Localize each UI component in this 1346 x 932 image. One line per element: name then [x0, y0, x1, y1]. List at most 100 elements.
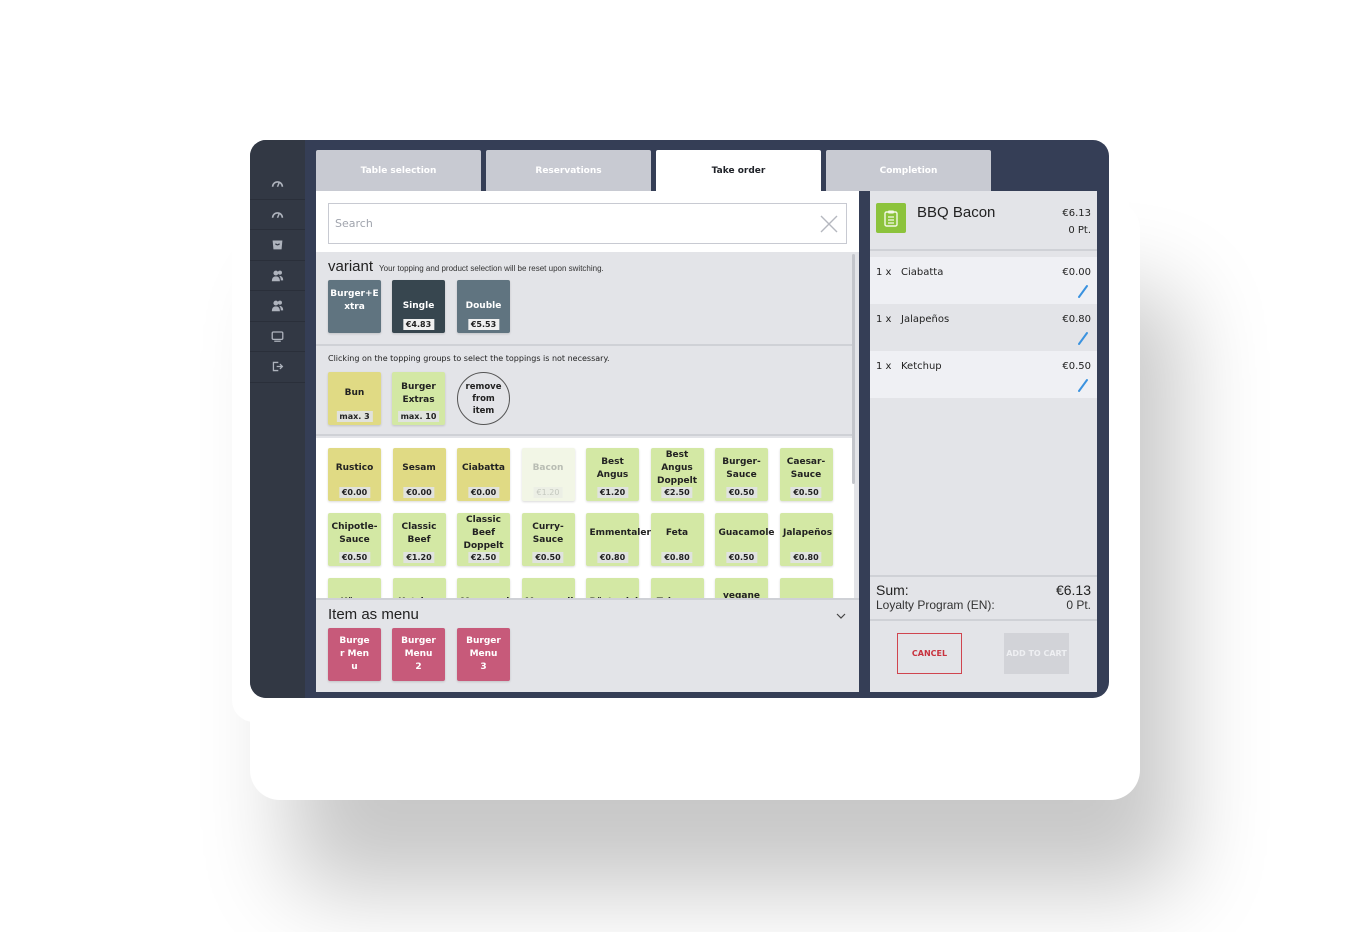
add-to-cart-button[interactable]: ADD TO CART [1004, 633, 1069, 674]
topping-group-burger-extras[interactable]: Burger Extras max. 10 [392, 372, 445, 425]
tab-completion[interactable]: Completion [826, 150, 991, 191]
sidebar-item-logout[interactable] [250, 352, 305, 383]
users-icon [271, 270, 284, 281]
variant-option-price: €5.53 [467, 319, 500, 330]
sidebar-item-customers[interactable] [250, 261, 305, 291]
topping-label: Emmentaler [589, 528, 651, 538]
device-screen: Table selection Reservations Take order … [250, 140, 1109, 698]
loyalty-label: Loyalty Program (EN): [876, 598, 995, 612]
topping-price: €0.00 [467, 487, 500, 498]
topping-label: Rustico [335, 463, 374, 473]
topping-item[interactable]: Sesam €0.00 [392, 448, 446, 501]
topping-item[interactable]: Feta €0.80 [650, 513, 704, 566]
topping-price: €1.20 [533, 487, 563, 498]
chevron-down-icon[interactable] [835, 610, 847, 622]
topping-price: €0.50 [790, 487, 822, 498]
line-quantity: 1 x [876, 361, 892, 372]
menu-option-burger-menu-2[interactable]: Burger Menu 2 [392, 628, 445, 681]
menu-option-burger-menu-3[interactable]: Burger Menu 3 [457, 628, 510, 681]
topping-label: Classic Beef [401, 521, 437, 545]
cart-product-name: BBQ Bacon [917, 204, 996, 221]
topping-label: Curry-Sauce [532, 521, 564, 545]
variant-hint: Your topping and product selection will … [379, 264, 604, 273]
topping-item[interactable]: Käse- [328, 578, 381, 598]
pencil-icon[interactable] [1077, 331, 1089, 345]
topping-label: Chipotle-Sauce [331, 521, 378, 545]
variant-option-double[interactable]: Double €5.53 [457, 280, 510, 333]
tab-table-selection[interactable]: Table selection [316, 150, 481, 191]
topping-group-label: Burger Extras [401, 381, 436, 405]
topping-item[interactable]: veganer [779, 578, 833, 598]
topping-item[interactable]: Mayonnais [457, 578, 515, 598]
close-icon[interactable] [818, 213, 840, 235]
topping-price: €0.00 [403, 487, 435, 498]
topping-price: €0.50 [725, 552, 758, 563]
pencil-icon[interactable] [1077, 284, 1089, 298]
remove-from-item-button[interactable]: remove from item [457, 372, 510, 425]
shopping-bag-icon [272, 240, 283, 250]
variant-option-label: Double [465, 301, 502, 311]
topping-item[interactable]: Tabasco [650, 578, 704, 598]
topping-item[interactable]: Classic Beef €1.20 [392, 513, 446, 566]
topping-item[interactable]: Mozzarella [521, 578, 579, 598]
tab-reservations[interactable]: Reservations [486, 150, 651, 191]
menu-option-burger-menu[interactable]: Burger Menu [328, 628, 381, 681]
topping-item[interactable]: Ciabatta €0.00 [457, 448, 510, 501]
cart-line-item: 1 x Ketchup €0.50 [870, 351, 1097, 398]
scrollbar[interactable] [852, 254, 855, 484]
topping-label: vegane Mayonnais [723, 590, 760, 599]
toppings-grid: Rustico €0.00 Sesam €0.00 Ciabatta €0.00 Bacon… [316, 438, 854, 598]
order-summary: BBQ Bacon €6.13 0 Pt. 1 x Ciabatta €0.00… [870, 191, 1097, 692]
cart-line-item: 1 x Jalapeños €0.80 [870, 304, 1097, 351]
variant-option-price: €4.83 [402, 319, 435, 330]
topping-price: €2.50 [467, 552, 500, 563]
topping-item[interactable]: Guacamole €0.50 [715, 513, 775, 566]
menu-option-label: Burger Menu [339, 636, 370, 672]
topping-item[interactable]: Bacon €1.20 [521, 448, 575, 501]
pencil-icon[interactable] [1077, 378, 1089, 392]
topping-group-bun[interactable]: Bun max. 3 [328, 372, 381, 425]
topping-item[interactable]: Ketchup [392, 578, 446, 598]
topping-item[interactable]: Emmentaler €0.80 [586, 513, 651, 566]
gauge-icon [271, 211, 284, 218]
cart-totals: Sum: €6.13 Loyalty Program (EN): 0 Pt. [870, 575, 1097, 621]
topping-price: €0.80 [596, 552, 629, 563]
topping-label: Classic Beef Doppelt [463, 515, 504, 551]
options-scroll-area: variant Your topping and product selecti… [316, 252, 859, 598]
variant-option-single[interactable]: Single €4.83 [392, 280, 445, 333]
variant-title: variant [328, 258, 374, 275]
monitor-icon [271, 331, 284, 342]
topping-item[interactable]: Curry-Sauce €0.50 [521, 513, 575, 566]
sidebar-item-orders[interactable] [250, 230, 305, 261]
sidebar-item-dashboard[interactable] [250, 169, 305, 200]
topping-item[interactable]: Best Angus Doppelt €2.50 [650, 448, 704, 501]
topping-item[interactable]: vegane Mayonnais [715, 578, 768, 598]
sidebar-item-display[interactable] [250, 322, 305, 352]
tab-take-order[interactable]: Take order [656, 150, 821, 191]
topping-label: Best Angus [596, 456, 629, 480]
logout-icon [272, 362, 284, 372]
topping-label: Sesam [402, 463, 436, 473]
topping-item[interactable]: Burger-Sauce €0.50 [715, 448, 768, 501]
topping-item[interactable]: Caesar-Sauce €0.50 [779, 448, 833, 501]
topping-item[interactable]: Classic Beef Doppelt €2.50 [457, 513, 510, 566]
topping-price: €0.50 [532, 552, 564, 563]
topping-item[interactable]: Chipotle-Sauce €0.50 [328, 513, 381, 566]
topping-groups-hint: Clicking on the topping groups to select… [328, 354, 610, 363]
gauge-icon [271, 181, 284, 188]
topping-item[interactable]: Jalapeños €0.80 [779, 513, 833, 566]
topping-item[interactable]: Best Angus €1.20 [586, 448, 639, 501]
item-as-menu-section: Item as menu Burger Menu Burger Menu 2 B… [316, 598, 859, 692]
topping-label: Best Angus Doppelt [656, 450, 698, 486]
sidebar-item-dashboard-2[interactable] [250, 200, 305, 230]
variant-option-burger-extra[interactable]: Burger+Extra [328, 280, 381, 333]
cancel-button[interactable]: CANCEL [897, 633, 962, 674]
line-name: Jalapeños [901, 314, 950, 325]
sum-value: €6.13 [1055, 582, 1091, 598]
topping-item[interactable]: Rustico €0.00 [328, 448, 381, 501]
sidebar-item-staff[interactable] [250, 291, 305, 322]
search-input[interactable] [335, 217, 818, 230]
topping-price: €0.80 [661, 552, 693, 563]
line-name: Ketchup [901, 361, 942, 372]
topping-item[interactable]: Röstzwieb [586, 578, 641, 598]
